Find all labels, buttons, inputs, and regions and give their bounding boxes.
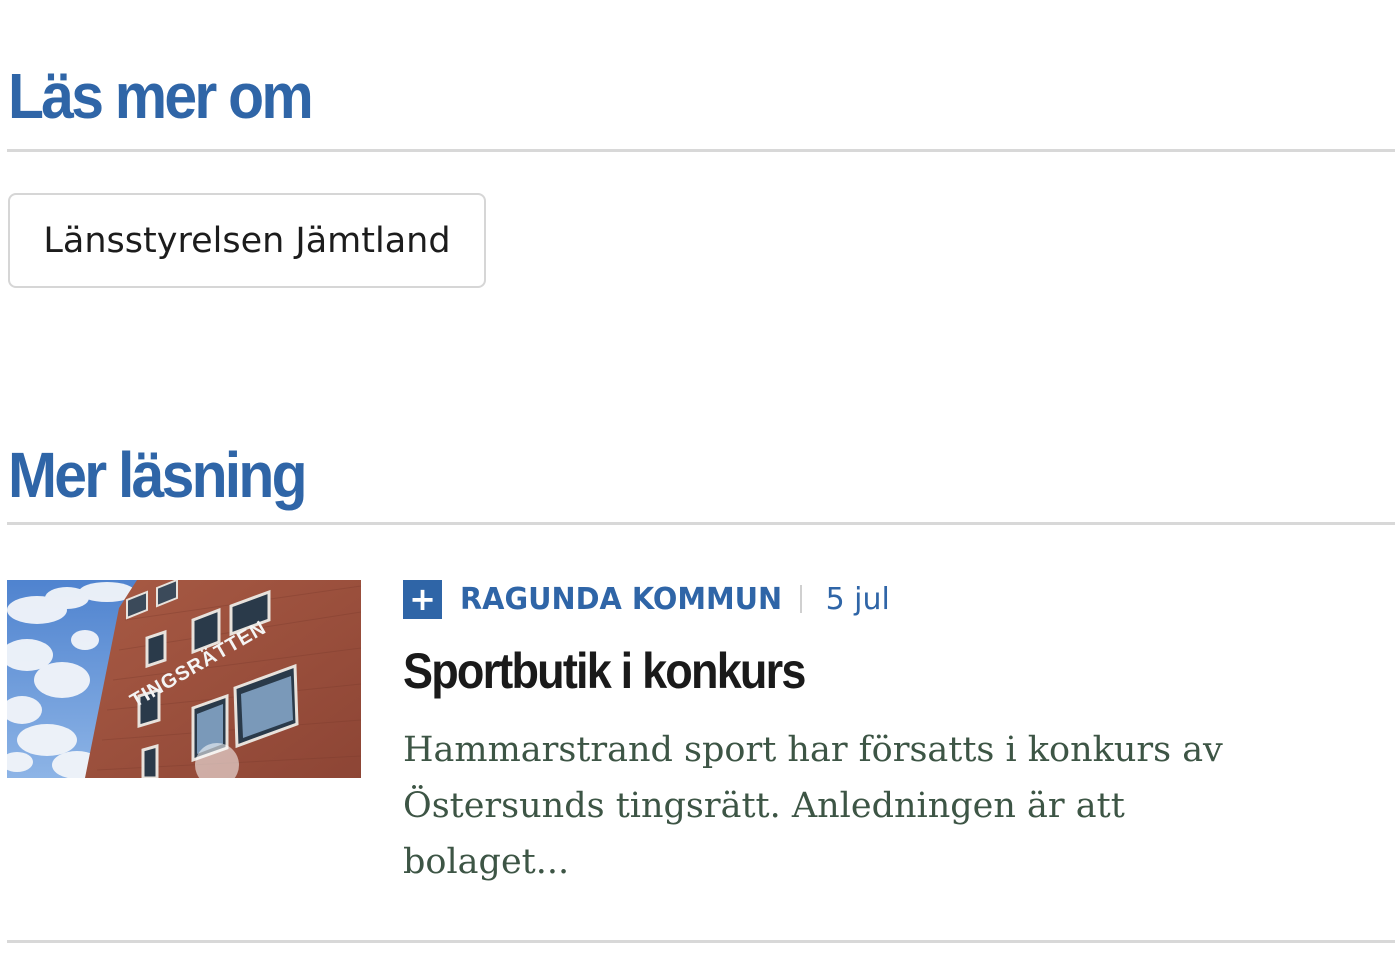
article-meta: + RAGUNDA KOMMUN 5 jul xyxy=(403,578,890,620)
plus-icon: + xyxy=(403,579,442,619)
article-lead: Hammarstrand sport har försatts i konkur… xyxy=(403,730,1223,882)
meta-separator xyxy=(799,585,802,613)
more-reading-heading: Mer läsning xyxy=(8,439,308,511)
divider xyxy=(7,522,1395,525)
article-title[interactable]: Sportbutik i konkurs xyxy=(403,644,806,699)
read-more-heading: Läs mer om xyxy=(8,60,314,132)
divider xyxy=(7,940,1395,943)
tag-lansstyrelsen-jamtland[interactable]: Länsstyrelsen Jämtland xyxy=(8,193,486,288)
divider xyxy=(7,149,1395,152)
publish-date: 5 jul xyxy=(825,581,890,617)
article-image[interactable]: TINGSRÄTTEN xyxy=(7,580,361,778)
category-link[interactable]: RAGUNDA KOMMUN xyxy=(460,582,782,617)
